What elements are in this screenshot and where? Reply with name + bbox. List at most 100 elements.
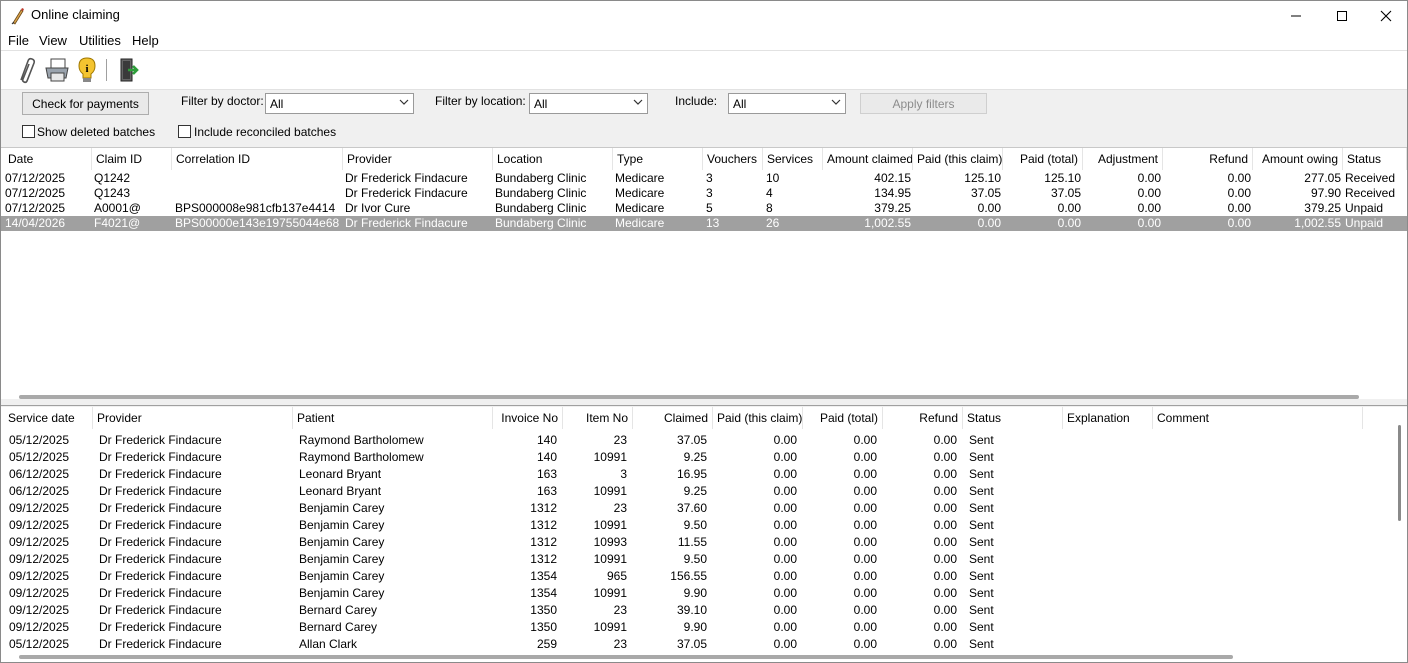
toolbar-separator — [106, 59, 107, 81]
show-deleted-checkbox[interactable] — [22, 125, 35, 138]
close-button[interactable] — [1363, 1, 1407, 30]
cell-type: Medicare — [615, 201, 665, 215]
table-row[interactable]: 09/12/2025 Dr Frederick Findacure Benjamin… — [1, 586, 1407, 601]
menu-file[interactable]: File — [8, 33, 29, 48]
cell-amount-claimed: 402.15 — [874, 171, 911, 185]
column-header-paid-this-claim[interactable]: Paid (this claim) — [713, 407, 803, 429]
table-row[interactable]: 09/12/2025 Dr Frederick Findacure Benjamin… — [1, 518, 1407, 533]
cell-invoice-no: 1354 — [530, 569, 557, 583]
column-header-patient[interactable]: Patient — [293, 407, 493, 429]
info-icon[interactable]: i — [73, 56, 101, 84]
maximize-button[interactable] — [1319, 1, 1365, 30]
column-header-status[interactable]: Status — [963, 407, 1063, 429]
cell-provider: Dr Frederick Findacure — [99, 450, 222, 464]
table-row[interactable]: 07/12/2025 A0001@ BPS000008e981cfb137e4414… — [1, 201, 1407, 216]
column-header-refund[interactable]: Refund — [883, 407, 963, 429]
table-row[interactable]: 05/12/2025 Dr Frederick Findacure Raymond … — [1, 450, 1407, 465]
column-header-claim-id[interactable]: Claim ID — [92, 148, 172, 170]
cell-patient: Benjamin Carey — [299, 518, 385, 532]
cell-provider: Dr Frederick Findacure — [99, 501, 222, 515]
cell-patient: Benjamin Carey — [299, 501, 385, 515]
location-filter-select[interactable]: All — [529, 93, 648, 114]
column-header-service-date[interactable]: Service date — [4, 407, 93, 429]
table-row[interactable]: 05/12/2025 Dr Frederick Findacure Raymond … — [1, 433, 1407, 448]
cell-item-no: 23 — [613, 603, 627, 617]
cell-date: 14/04/2026 — [5, 216, 66, 230]
column-header-provider[interactable]: Provider — [93, 407, 293, 429]
services-vertical-scrollbar[interactable] — [1398, 425, 1401, 521]
services-horizontal-scrollbar[interactable] — [19, 655, 1233, 659]
column-header-date[interactable]: Date — [4, 148, 92, 170]
menu-help[interactable]: Help — [132, 33, 159, 48]
cell-patient: Leonard Bryant — [299, 467, 382, 481]
cell-explanation — [1069, 535, 1149, 550]
table-row[interactable]: 09/12/2025 Dr Frederick Findacure Benjamin… — [1, 552, 1407, 567]
exit-icon[interactable] — [115, 56, 143, 84]
check-for-payments-button[interactable]: Check for payments — [22, 92, 149, 115]
cell-paid-this-claim: 0.00 — [773, 484, 797, 498]
cell-refund: 0.00 — [933, 467, 957, 481]
include-filter-select[interactable]: All — [728, 93, 846, 114]
show-deleted-label: Show deleted batches — [37, 125, 156, 139]
apply-filters-button[interactable]: Apply filters — [860, 93, 987, 114]
cell-provider: Dr Frederick Findacure — [99, 586, 222, 600]
cell-comment — [1157, 484, 1357, 499]
column-header-paid-total[interactable]: Paid (total) — [803, 407, 883, 429]
column-header-amount-claimed[interactable]: Amount claimed — [823, 148, 913, 170]
column-header-invoice-no[interactable]: Invoice No — [493, 407, 563, 429]
column-header-paid-this-claim[interactable]: Paid (this claim) — [913, 148, 1003, 170]
cell-invoice-no: 259 — [536, 637, 557, 651]
printer-icon[interactable] — [43, 56, 71, 84]
cell-item-no: 10993 — [593, 535, 627, 549]
column-header-paid-total[interactable]: Paid (total) — [1003, 148, 1083, 170]
cell-paid-total: 0.00 — [853, 467, 877, 481]
cell-invoice-no: 163 — [536, 484, 557, 498]
paperclip-icon[interactable] — [12, 56, 40, 84]
doctor-filter-select[interactable]: All — [265, 93, 414, 114]
cell-service-date: 05/12/2025 — [9, 450, 70, 464]
chevron-down-icon — [633, 99, 643, 105]
menu-utilities[interactable]: Utilities — [79, 33, 121, 48]
splitter[interactable] — [1, 399, 1407, 406]
menu-view[interactable]: View — [39, 33, 67, 48]
table-row[interactable]: 07/12/2025 Q1242 Dr Frederick Findacure Bun… — [1, 171, 1407, 186]
batches-table: Date Claim ID Correlation ID Provider Locati… — [1, 147, 1407, 400]
column-header-adjustment[interactable]: Adjustment — [1083, 148, 1163, 170]
table-row[interactable]: 09/12/2025 Dr Frederick Findacure Bernard … — [1, 603, 1407, 618]
table-row[interactable]: 09/12/2025 Dr Frederick Findacure Benjamin… — [1, 569, 1407, 584]
table-row[interactable]: 06/12/2025 Dr Frederick Findacure Leonard … — [1, 467, 1407, 482]
table-row[interactable]: 09/12/2025 Dr Frederick Findacure Benjamin… — [1, 535, 1407, 550]
column-header-status[interactable]: Status — [1343, 148, 1407, 170]
cell-comment — [1157, 552, 1357, 567]
table-row[interactable]: 09/12/2025 Dr Frederick Findacure Bernard … — [1, 620, 1407, 635]
column-header-services[interactable]: Services — [763, 148, 823, 170]
table-row[interactable]: 06/12/2025 Dr Frederick Findacure Leonard … — [1, 484, 1407, 499]
column-header-amount-owing[interactable]: Amount owing — [1253, 148, 1343, 170]
cell-type: Medicare — [615, 186, 665, 200]
cell-invoice-no: 163 — [536, 467, 557, 481]
cell-refund: 0.00 — [933, 586, 957, 600]
cell-paid-total: 0.00 — [853, 586, 877, 600]
column-header-vouchers[interactable]: Vouchers — [703, 148, 763, 170]
column-header-item-no[interactable]: Item No — [563, 407, 633, 429]
cell-explanation — [1069, 501, 1149, 516]
include-reconciled-label: Include reconciled batches — [194, 125, 337, 139]
column-header-location[interactable]: Location — [493, 148, 613, 170]
column-header-claimed[interactable]: Claimed — [633, 407, 713, 429]
table-row[interactable]: 09/12/2025 Dr Frederick Findacure Benjamin… — [1, 501, 1407, 516]
column-header-explanation[interactable]: Explanation — [1063, 407, 1153, 429]
minimize-button[interactable] — [1273, 1, 1319, 30]
window-title: Online claiming — [31, 7, 120, 22]
cell-paid-this-claim: 37.05 — [970, 186, 1001, 200]
cell-patient: Leonard Bryant — [299, 484, 382, 498]
column-header-type[interactable]: Type — [613, 148, 703, 170]
column-header-provider[interactable]: Provider — [343, 148, 493, 170]
column-header-refund[interactable]: Refund — [1163, 148, 1253, 170]
table-row[interactable]: 07/12/2025 Q1243 Dr Frederick Findacure Bun… — [1, 186, 1407, 201]
cell-type: Medicare — [615, 171, 665, 185]
column-header-comment[interactable]: Comment — [1153, 407, 1363, 429]
include-reconciled-checkbox[interactable] — [178, 125, 191, 138]
column-header-correlation-id[interactable]: Correlation ID — [172, 148, 343, 170]
table-row[interactable]: 14/04/2026 F4021@ BPS00000e143e19755044e68… — [1, 216, 1407, 231]
table-row[interactable]: 05/12/2025 Dr Frederick Findacure Allan Cl… — [1, 637, 1407, 652]
